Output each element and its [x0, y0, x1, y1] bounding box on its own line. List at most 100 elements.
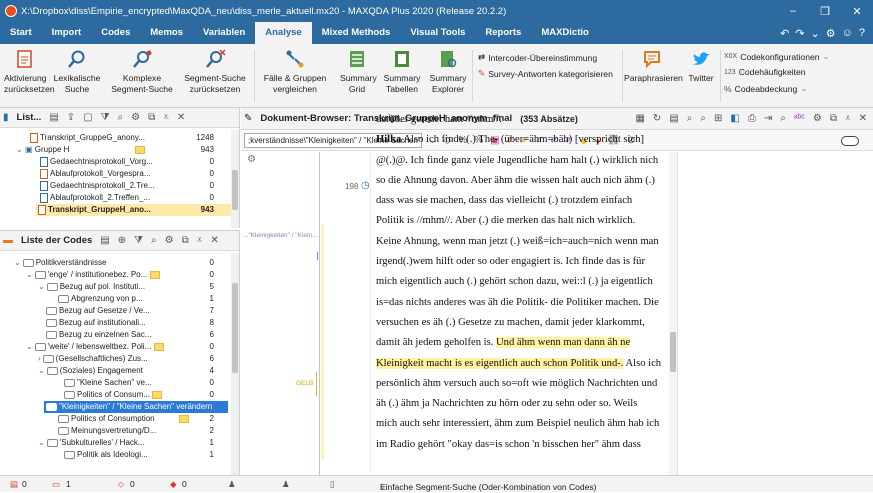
undock-icon[interactable]: ⧉ — [830, 113, 837, 124]
minimize-button[interactable]: – — [777, 0, 809, 22]
chevron-down-icon[interactable]: ⌄ — [0, 270, 33, 279]
chevron-down-icon[interactable]: ⌄ — [0, 366, 45, 375]
document-row[interactable]: Ablaufprotokoll_2.Treffen_... 0 — [0, 192, 232, 204]
document-icon[interactable]: ▯ — [330, 479, 335, 490]
lexikalische-suche-button[interactable]: Lexikalische Suche — [52, 48, 102, 95]
document-row[interactable]: Transkript_GruppeG_anony... 1248 — [0, 132, 232, 144]
memo-icon[interactable] — [153, 342, 164, 351]
survey-button[interactable]: ✎ Survey-Antworten kategorisieren — [478, 68, 613, 79]
faelle-gruppen-vergleichen-button[interactable]: Fälle & Gruppen vergleichen — [258, 48, 332, 95]
close-icon[interactable]: ✕ — [177, 112, 185, 123]
menu-codes[interactable]: Codes — [91, 22, 140, 44]
menu-import[interactable]: Import — [42, 22, 92, 44]
user-icon[interactable]: ♟ — [228, 479, 236, 490]
new-code-icon[interactable]: ⊕ — [118, 235, 126, 246]
document-row[interactable]: Gedaechtnisprotokoll_Vorg... 0 — [0, 156, 232, 168]
close-icon[interactable]: ✕ — [859, 113, 867, 124]
codehaeufigkeiten-button[interactable]: 123 Codehäufigkeiten — [724, 67, 806, 77]
document-list-scrollbar[interactable] — [231, 130, 239, 228]
search-icon[interactable]: ⌕ — [687, 113, 693, 124]
document-scrollbar[interactable] — [669, 152, 677, 475]
document-row-selected[interactable]: Transkript_GruppeH_ano... 943 — [36, 204, 232, 216]
code-row[interactable]: ⌄ Bezug auf pol. Instituti... 5 — [0, 281, 232, 293]
chevron-right-icon[interactable]: › — [0, 354, 41, 363]
aktivierung-zuruecksetzen-button[interactable]: Aktivierung zurücksetzen — [4, 48, 55, 95]
memo-icon[interactable] — [135, 145, 146, 154]
users-icon[interactable]: ♟ — [282, 479, 290, 490]
chevron-down-icon[interactable]: ⌄ — [0, 258, 21, 267]
code-row[interactable]: ⌄ (Soziales) Engagement 4 — [0, 365, 232, 377]
paraphrasieren-button[interactable]: Paraphrasieren — [624, 48, 683, 84]
code-row[interactable]: ⌄ Politikverständnisse 0 — [0, 257, 232, 269]
minimize-icon[interactable]: ⩡ — [197, 235, 203, 246]
document-group-row[interactable]: ⌄ ▣ Gruppe H 943 — [0, 144, 232, 156]
gear-icon[interactable]: ⚙ — [813, 113, 822, 124]
menu-analyse[interactable]: Analyse — [255, 22, 312, 44]
menu-memos[interactable]: Memos — [140, 22, 193, 44]
code-set-icon[interactable]: ▤ — [100, 235, 109, 246]
chevron-down-icon[interactable]: ⌄ — [0, 438, 45, 447]
undo-icon[interactable]: ↶ — [780, 27, 789, 40]
panel-icon[interactable]: ◧ — [730, 113, 739, 124]
close-icon[interactable]: ✕ — [210, 235, 218, 246]
summary-tabellen-button[interactable]: Summary Tabellen — [382, 48, 422, 95]
gear-icon[interactable]: ⚙ — [826, 27, 836, 40]
menu-start[interactable]: Start — [0, 22, 42, 44]
maximize-button[interactable]: ❐ — [809, 0, 841, 22]
code-row-selected[interactable]: "Kleinigkeiten" / "Kleine Sachen" veränd… — [44, 401, 238, 413]
code-row[interactable]: Meinungsvertretung/D... 2 — [0, 425, 232, 437]
komplexe-segment-suche-button[interactable]: Komplexe Segment-Suche — [108, 48, 176, 95]
minimize-icon[interactable]: ⩡ — [163, 112, 169, 123]
undock-icon[interactable]: ⧉ — [182, 235, 189, 246]
segment-suche-zuruecksetzen-button[interactable]: Segment-Suche zurücksetzen — [180, 48, 250, 95]
timestamp-icon[interactable]: ◷ — [361, 180, 370, 191]
print-document-icon[interactable]: ⎙ — [748, 113, 756, 124]
menu-reports[interactable]: Reports — [475, 22, 531, 44]
coding-stripe-label[interactable]: ..."Kleinigkeiten" / "Klein... — [243, 232, 318, 239]
code-row[interactable]: Politics of Consumption 2 — [0, 413, 232, 425]
edit-mode-toggle[interactable] — [841, 135, 859, 146]
redo-icon[interactable]: ↷ — [795, 27, 804, 40]
export-document-icon[interactable]: ⇥ — [764, 113, 772, 124]
chevron-down-icon[interactable]: ⌄ — [811, 27, 820, 40]
memo-icon[interactable] — [149, 270, 160, 279]
help-icon[interactable]: ? — [859, 27, 865, 40]
code-row[interactable]: Bezug auf Gesetze / Ve... 7 — [0, 305, 232, 317]
code-row[interactable]: ⌄'enge' / institutionebez. Po... 0 — [0, 269, 232, 281]
document-set-icon[interactable]: ▤ — [49, 112, 58, 123]
code-row[interactable]: Abgrenzung von p... 1 — [0, 293, 232, 305]
chevron-down-icon[interactable]: ⌄ — [0, 282, 45, 291]
code-row[interactable]: Politik als Ideologi... 1 — [0, 449, 232, 461]
print-icon[interactable]: ▤ — [669, 113, 678, 124]
gear-icon[interactable]: ⚙ — [165, 235, 174, 246]
code-row[interactable]: › (Gesellschaftliches) Zus... 6 — [0, 353, 232, 365]
search-icon[interactable]: ⌕ — [151, 235, 157, 246]
menu-maxdictio[interactable]: MAXDictio — [531, 22, 599, 44]
search-icon[interactable]: ⌕ — [118, 112, 124, 123]
twitter-button[interactable]: Twitter — [684, 48, 718, 84]
summary-grid-button[interactable]: Summary Grid — [340, 48, 377, 95]
code-row[interactable]: Bezug auf institutionali... 8 — [0, 317, 232, 329]
new-document-icon[interactable]: ▢ — [83, 112, 92, 123]
spellcheck-icon[interactable]: ᵃᵇᶜ — [794, 113, 805, 124]
code-row[interactable]: ⌄ 'Subkulturelles' / Hack... 1 — [0, 437, 232, 449]
close-button[interactable]: ✕ — [841, 0, 873, 22]
menu-variablen[interactable]: Variablen — [193, 22, 255, 44]
gear-icon[interactable]: ⚙ — [247, 154, 256, 165]
chevron-down-icon[interactable]: ⌄ — [0, 145, 25, 154]
filter-icon[interactable]: ⧩ — [101, 112, 110, 123]
codeabdeckung-button[interactable]: % Codeabdeckung ⌄ — [724, 83, 807, 94]
codekonfigurationen-button[interactable]: X0X Codekonfigurationen ⌄ — [724, 51, 830, 62]
code-row[interactable]: Bezug zu einzelnen Sac... 6 — [0, 329, 232, 341]
color-code-label[interactable]: GELB — [296, 380, 313, 387]
minimize-icon[interactable]: ⩡ — [845, 113, 851, 124]
code-row[interactable]: ⌄'weite' / lebensweltbez. Poli... 0 — [0, 341, 232, 353]
memo-icon[interactable] — [152, 390, 163, 399]
chevron-down-icon[interactable]: ⌄ — [0, 342, 33, 351]
undock-icon[interactable]: ⧉ — [148, 112, 155, 123]
code-row[interactable]: "Kleine Sachen" ve... 0 — [0, 377, 232, 389]
import-icon[interactable]: ⇪ — [67, 112, 75, 123]
summary-explorer-button[interactable]: Summary Explorer — [428, 48, 468, 95]
search-next-icon[interactable]: ⌕ — [700, 113, 706, 124]
code-row[interactable]: Politics of Consum... 0 — [0, 389, 232, 401]
